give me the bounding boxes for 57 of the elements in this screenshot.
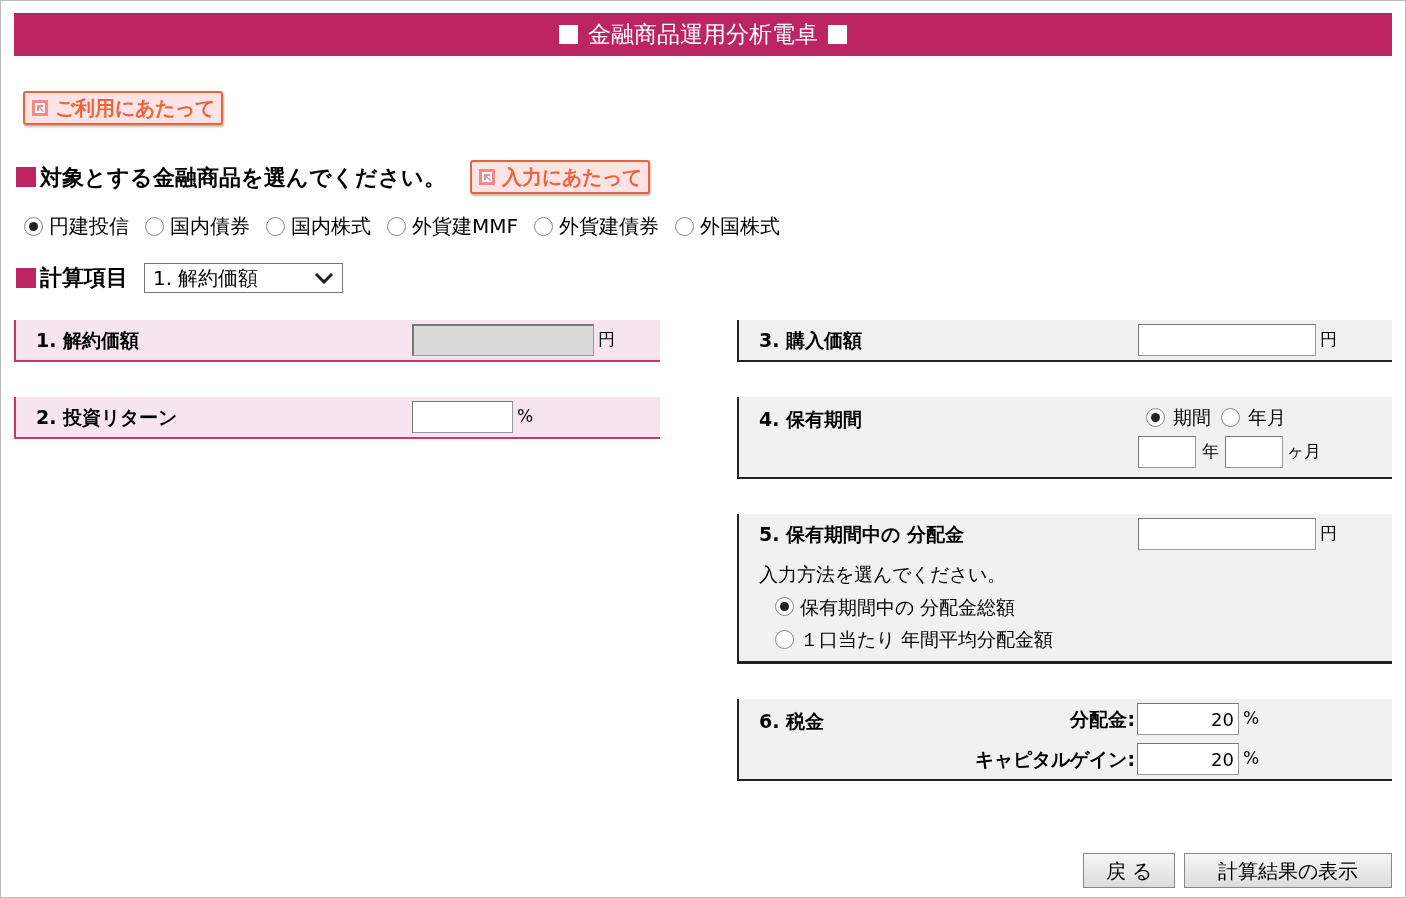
square-bullet-icon xyxy=(16,167,36,187)
field-label: 4. 保有期間 xyxy=(759,407,864,432)
radio-button[interactable] xyxy=(266,216,285,236)
square-icon xyxy=(828,25,847,44)
radio-button[interactable] xyxy=(534,216,553,236)
radio-button[interactable] xyxy=(145,216,164,236)
radio-label: 保有期間中の 分配金総額 xyxy=(800,594,1016,620)
unit-label: % xyxy=(1243,707,1260,731)
prompt-text: 入力方法を選んでください。 xyxy=(759,562,1006,587)
radio-button[interactable] xyxy=(775,629,794,649)
caret-icon xyxy=(314,271,334,284)
radio-button[interactable] xyxy=(24,216,43,236)
unit-label: % xyxy=(1243,747,1260,771)
input-field[interactable] xyxy=(1138,435,1196,468)
unit-label: ヶ月 xyxy=(1287,439,1321,463)
field-label: キャピタルゲイン: xyxy=(974,746,1136,772)
unit-label: 円 xyxy=(1320,522,1337,546)
radio-label: 外貨建債券 xyxy=(559,213,659,240)
radio-label: 期間 xyxy=(1173,405,1211,430)
radio-button[interactable] xyxy=(1221,407,1240,427)
square-icon xyxy=(559,25,578,44)
radio-label: １口当たり 年間平均分配金額 xyxy=(800,627,1054,652)
input-field[interactable]: 20 xyxy=(1137,743,1239,775)
input-field[interactable] xyxy=(1138,324,1316,356)
section-heading: 対象とする金融商品を選んでください。 xyxy=(40,163,446,192)
unit-label: 年 xyxy=(1202,439,1219,463)
unit-label: % xyxy=(517,405,534,429)
field-label: 2. 投資リターン xyxy=(36,404,179,430)
radio-label: 国内株式 xyxy=(291,213,371,240)
radio-label: 外国株式 xyxy=(700,213,780,240)
calc-item-dropdown[interactable]: 1. 解約価額 xyxy=(144,262,343,293)
field-label: 5. 保有期間中の 分配金 xyxy=(759,521,965,547)
input-field[interactable]: 20 xyxy=(1137,703,1239,735)
radio-label: 円建投信 xyxy=(49,213,129,240)
radio-button[interactable] xyxy=(387,216,406,236)
section-heading: 計算項目 xyxy=(40,264,128,292)
radio-label: 外貨建MMF xyxy=(412,213,518,240)
unit-label: 円 xyxy=(598,328,615,352)
action-button[interactable]: 戻 る xyxy=(1083,853,1175,888)
field-label: 6. 税金 xyxy=(759,709,826,734)
external-link-icon xyxy=(478,168,496,186)
unit-label: 円 xyxy=(1320,328,1337,352)
radio-label: 年月 xyxy=(1248,405,1286,430)
field-label: 3. 購入価額 xyxy=(759,327,864,353)
radio-button[interactable] xyxy=(775,597,794,617)
field-label: 分配金: xyxy=(1069,706,1136,732)
radio-label: 国内債券 xyxy=(170,213,250,240)
radio-button[interactable] xyxy=(675,216,694,236)
field-label: 1. 解約価額 xyxy=(36,327,141,353)
input-field[interactable] xyxy=(1138,518,1316,550)
square-bullet-icon xyxy=(16,267,36,288)
input-field[interactable] xyxy=(1225,435,1283,468)
radio-button[interactable] xyxy=(1146,407,1165,427)
input-field[interactable] xyxy=(412,401,513,433)
page-title: 金融商品運用分析電卓 xyxy=(588,20,818,50)
external-link-icon xyxy=(31,99,49,117)
action-button[interactable]: 計算結果の表示 xyxy=(1184,853,1392,888)
